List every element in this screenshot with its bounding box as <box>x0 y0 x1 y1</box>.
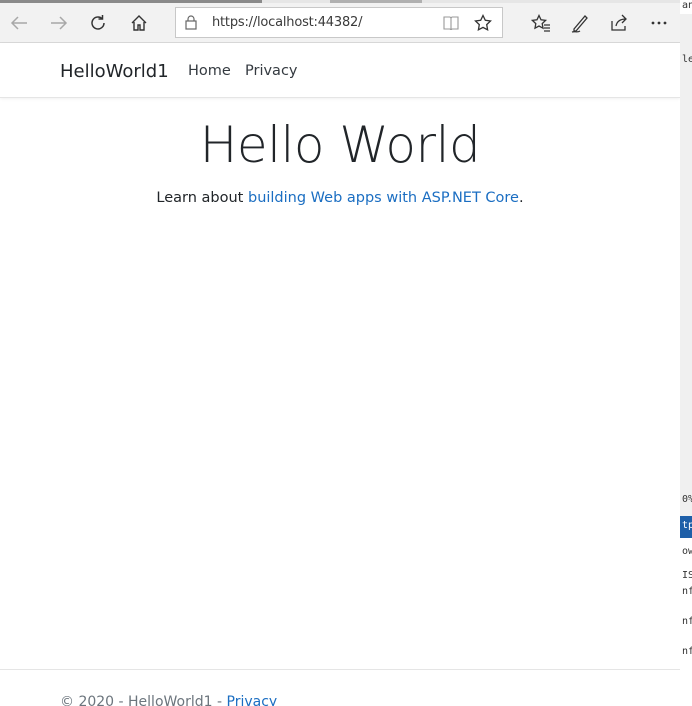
forward-arrow-icon[interactable] <box>44 8 74 38</box>
console-text: an <box>682 0 692 11</box>
background-console-window: an lex 0% tp ow IS nf nf nf <box>680 0 692 706</box>
console-text: tp <box>682 520 692 531</box>
url-text[interactable]: https://localhost:44382/ <box>212 15 362 30</box>
console-text: 0% <box>682 494 692 505</box>
page-title: Hello World <box>199 116 481 174</box>
console-text: nf <box>682 616 692 627</box>
reading-view-icon[interactable] <box>443 16 459 35</box>
nav-link-home[interactable]: Home <box>188 63 231 79</box>
browser-toolbar: https://localhost:44382/ <box>0 3 680 43</box>
pen-icon[interactable] <box>565 8 595 38</box>
more-icon[interactable] <box>644 8 674 38</box>
console-text: nf <box>682 586 692 597</box>
footer-privacy-link[interactable]: Privacy <box>227 694 278 706</box>
footer-copyright: © 2020 - HelloWorld1 - <box>60 694 227 706</box>
favorite-star-icon[interactable] <box>474 13 492 37</box>
intro-suffix: . <box>518 190 524 206</box>
refresh-icon[interactable] <box>83 8 113 38</box>
console-text: nf <box>682 646 692 657</box>
lock-icon[interactable] <box>184 15 198 35</box>
site-footer: © 2020 - HelloWorld1 - Privacy <box>0 669 680 706</box>
home-icon[interactable] <box>124 8 154 38</box>
aspnet-docs-link[interactable]: building Web apps with ASP.NET Core <box>248 190 519 206</box>
back-arrow-icon[interactable] <box>4 8 34 38</box>
share-icon[interactable] <box>604 8 634 38</box>
site-navbar: HelloWorld1 Home Privacy <box>0 43 680 98</box>
navbar-brand[interactable]: HelloWorld1 <box>60 61 169 82</box>
intro-text: Learn about building Web apps with ASP.N… <box>0 190 680 206</box>
browser-window: https://localhost:44382/ HelloWorld1 Hom… <box>0 0 680 706</box>
intro-prefix: Learn about <box>156 190 248 206</box>
console-text: IS <box>682 570 692 581</box>
nav-link-privacy[interactable]: Privacy <box>245 63 298 79</box>
favorites-hub-icon[interactable] <box>526 8 556 38</box>
address-bar[interactable]: https://localhost:44382/ <box>175 7 503 38</box>
footer-text: © 2020 - HelloWorld1 - Privacy <box>60 694 277 706</box>
console-text: ow <box>682 546 692 557</box>
console-text: lex <box>682 54 692 65</box>
